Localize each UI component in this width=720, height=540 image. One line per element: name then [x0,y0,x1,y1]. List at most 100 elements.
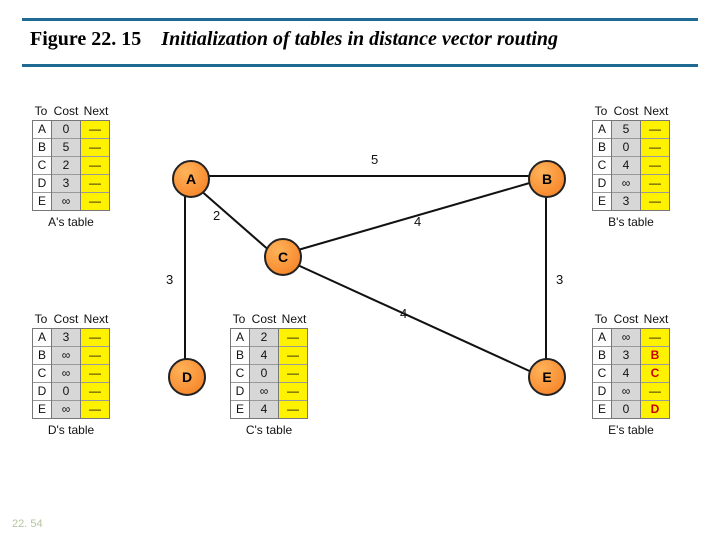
cell: B [641,346,669,364]
col-next: ————— [279,328,308,419]
hdr-next: Next [642,104,670,118]
cell: 5 [52,138,80,156]
cell: D [593,382,611,400]
figure-title: Figure 22. 15 Initialization of tables i… [30,28,558,51]
node-B: B [528,160,566,198]
hdr-to: To [592,104,610,118]
cell: ∞ [52,346,80,364]
hdr-next: Next [82,312,110,326]
cell: B [593,138,611,156]
cell: C [593,364,611,382]
col-cost: ∞34∞0 [611,328,641,419]
col-to: ABCDE [32,120,51,211]
cell: — [81,364,109,382]
cell: C [231,364,249,382]
cell: ∞ [250,382,278,400]
cell: ∞ [52,400,80,418]
cell: A [593,329,611,346]
edge-label-BC: 4 [414,214,421,229]
hdr-next: Next [82,104,110,118]
table-body: ABCDE 240∞4 ————— [230,328,308,419]
node-label: A [186,171,196,187]
table-header: To Cost Next [32,312,110,326]
routing-table-A: To Cost Next ABCDE 0523∞ ————— A's table [32,104,110,229]
cell: E [593,192,611,210]
cell: ∞ [612,329,640,346]
cell: 0 [250,364,278,382]
hdr-next: Next [280,312,308,326]
node-label: B [542,171,552,187]
cell: D [33,382,51,400]
diagram-stage: 5 2 3 4 3 4 A B C D E To Cost Next ABCDE… [28,104,692,484]
node-A: A [172,160,210,198]
cell: A [33,329,51,346]
col-cost: 0523∞ [51,120,81,211]
hdr-cost: Cost [250,312,278,326]
table-caption: E's table [592,423,670,437]
cell: 3 [52,174,80,192]
cell: ∞ [52,364,80,382]
cell: ∞ [52,192,80,210]
table-caption: B's table [592,215,670,229]
edge-label-AD: 3 [166,272,173,287]
cell: C [33,364,51,382]
cell: — [641,174,669,192]
cell: B [33,138,51,156]
cell: E [593,400,611,418]
col-next: ————— [641,120,670,211]
node-E: E [528,358,566,396]
cell: — [641,382,669,400]
cell: A [593,121,611,138]
cell: — [81,400,109,418]
hdr-to: To [230,312,248,326]
col-cost: 504∞3 [611,120,641,211]
cell: — [81,138,109,156]
cell: ∞ [612,382,640,400]
cell: 0 [52,121,80,138]
node-C: C [264,238,302,276]
cell: A [231,329,249,346]
cell: C [593,156,611,174]
cell: — [641,138,669,156]
cell: C [33,156,51,174]
hdr-next: Next [642,312,670,326]
cell: 4 [612,156,640,174]
hdr-cost: Cost [52,104,80,118]
edge-label-AC: 2 [213,208,220,223]
cell: — [81,121,109,138]
cell: 0 [52,382,80,400]
cell: A [33,121,51,138]
cell: — [81,192,109,210]
cell: C [641,364,669,382]
col-to: ABCDE [592,328,611,419]
cell: 4 [250,346,278,364]
cell: D [593,174,611,192]
cell: — [279,400,307,418]
cell: B [33,346,51,364]
node-label: D [182,369,192,385]
table-header: To Cost Next [32,104,110,118]
col-next: ————— [81,328,110,419]
cell: — [81,382,109,400]
cell: — [641,121,669,138]
table-body: ABCDE ∞34∞0 — B C — D [592,328,670,419]
cell: 0 [612,400,640,418]
col-to: ABCDE [230,328,249,419]
routing-table-E: To Cost Next ABCDE ∞34∞0 — B C — D [592,312,670,437]
hdr-to: To [32,104,50,118]
edge-label-CE: 4 [400,306,407,321]
table-caption: C's table [230,423,308,437]
edge-label-AB: 5 [371,152,378,167]
col-cost: 240∞4 [249,328,279,419]
figure-number: Figure 22. 15 [30,28,141,50]
table-header: To Cost Next [592,104,670,118]
figure-caption: Initialization of tables in distance vec… [161,28,558,50]
cell: 2 [52,156,80,174]
cell: 3 [52,329,80,346]
cell: — [641,329,669,346]
cell: — [81,156,109,174]
cell: — [279,346,307,364]
cell: — [279,329,307,346]
edge-label-BE: 3 [556,272,563,287]
cell: B [231,346,249,364]
